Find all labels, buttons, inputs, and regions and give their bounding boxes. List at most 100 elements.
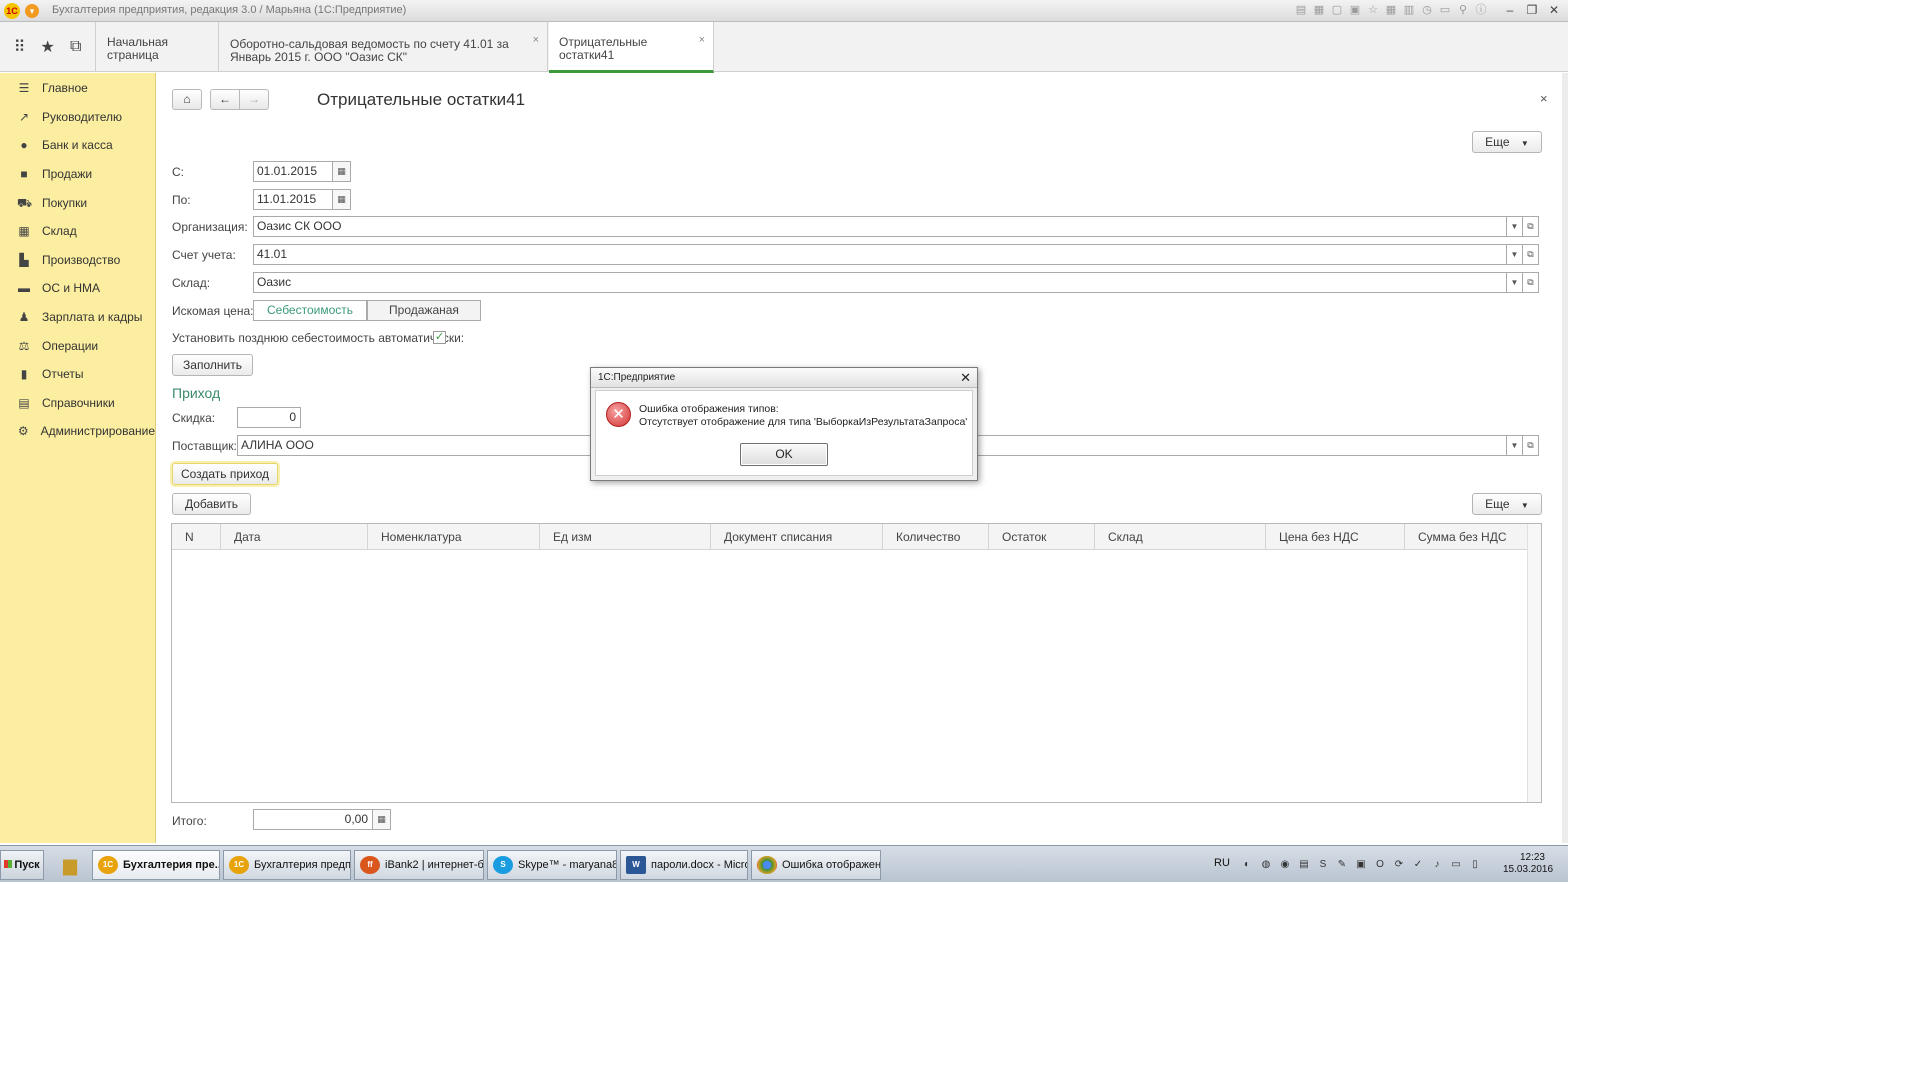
ok-button[interactable]: OK — [740, 443, 828, 466]
sidebar-item-bank[interactable]: ● Банк и касса — [0, 131, 155, 160]
fill-button[interactable]: Заполнить — [172, 354, 253, 376]
tab-close-icon[interactable]: × — [699, 34, 705, 47]
start-button[interactable]: Пуск — [0, 850, 44, 880]
taskbar-button-firefox[interactable]: ff iBank2 | интернет-б... — [354, 850, 484, 880]
supplier-dropdown-button[interactable]: ▼ — [1507, 435, 1523, 456]
apps-grid-icon[interactable]: ⠿ — [14, 37, 26, 57]
sidebar-item-purchases[interactable]: ⛟ Покупки — [0, 188, 155, 217]
create-income-button[interactable]: Создать приход — [172, 463, 278, 485]
column-header-price[interactable]: Цена без НДС — [1266, 524, 1405, 550]
tray-update-icon[interactable]: ◉ — [1278, 858, 1292, 872]
tab-negative-balances[interactable]: Отрицательные остатки41 × — [549, 22, 714, 73]
column-header-writeoff-doc[interactable]: Документ списания — [711, 524, 883, 550]
price-option-cost[interactable]: Себестоимость — [253, 300, 367, 321]
tray-opera-icon[interactable]: O — [1373, 858, 1387, 872]
supplier-open-button[interactable]: ⧉ — [1523, 435, 1539, 456]
sidebar-item-catalogs[interactable]: ▤ Справочники — [0, 389, 155, 418]
tray-1c-icon[interactable]: ◐ — [1240, 858, 1254, 872]
history-pages-icon[interactable]: ⧉ — [70, 38, 81, 56]
tab-close-icon[interactable]: × — [533, 34, 539, 47]
tab-home[interactable]: Начальная страница — [97, 22, 219, 72]
tools-icon[interactable]: ⚲ — [1456, 3, 1470, 17]
sidebar-item-admin[interactable]: ⚙ Администрирование — [0, 417, 155, 446]
price-option-sale[interactable]: Продажаная — [367, 300, 481, 321]
more-button-table[interactable]: Еще ▼ — [1472, 493, 1542, 515]
forward-button[interactable]: → — [239, 89, 269, 110]
calculator-button[interactable]: ▦ — [373, 809, 391, 830]
taskbar-button-chrome[interactable]: Ошибка отображен... — [751, 850, 881, 880]
favorites-add-icon[interactable]: ☆ — [1366, 3, 1380, 17]
sidebar-item-operations[interactable]: ⚖ Операции — [0, 331, 155, 360]
column-header-sum[interactable]: Сумма без НДС — [1405, 524, 1528, 550]
tray-display-icon[interactable]: ▭ — [1449, 858, 1463, 872]
doc-icon[interactable]: ▢ — [1330, 3, 1344, 17]
taskbar-button-1c-active[interactable]: 1С Бухгалтерия пре... — [92, 850, 220, 880]
taskbar-button-skype[interactable]: S Skype™ - maryana8907 — [487, 850, 617, 880]
calendar-button-from[interactable]: ▦ — [333, 161, 351, 182]
tray-check-icon[interactable]: ✓ — [1411, 858, 1425, 872]
save-icon[interactable]: ▦ — [1312, 3, 1326, 17]
tab-turnover-sheet[interactable]: Оборотно-сальдовая ведомость по счету 41… — [220, 22, 548, 72]
sidebar-item-manager[interactable]: ↗ Руководителю — [0, 103, 155, 132]
home-button[interactable]: ⌂ — [172, 89, 202, 110]
column-header-n[interactable]: N — [172, 524, 221, 550]
clock[interactable]: 12:23 15.03.2016 — [1503, 852, 1553, 876]
tray-printer-icon[interactable]: ▤ — [1297, 858, 1311, 872]
taskbar-button-1c[interactable]: 1С Бухгалтерия предп... — [223, 850, 351, 880]
favorites-star-icon[interactable]: ★ — [40, 37, 54, 57]
explorer-folder-icon[interactable]: ▆ — [52, 850, 88, 880]
account-open-button[interactable]: ⧉ — [1523, 244, 1539, 265]
sidebar-item-production[interactable]: ▙ Производство — [0, 246, 155, 275]
discount-input[interactable]: 0 — [237, 407, 301, 428]
tray-pen-icon[interactable]: ✎ — [1335, 858, 1349, 872]
warehouse-input[interactable]: Оазис — [253, 272, 1507, 293]
calendar-button-to[interactable]: ▦ — [333, 189, 351, 210]
sidebar-item-sales[interactable]: ■ Продажи — [0, 160, 155, 189]
warehouse-dropdown-button[interactable]: ▼ — [1507, 272, 1523, 293]
column-header-warehouse[interactable]: Склад — [1095, 524, 1266, 550]
auto-cost-checkbox[interactable]: ✓ — [433, 331, 446, 344]
org-dropdown-button[interactable]: ▼ — [1507, 216, 1523, 237]
more-button-top[interactable]: Еще ▼ — [1472, 131, 1542, 153]
dialog-close-icon[interactable]: ✕ — [960, 368, 971, 388]
windows-icon[interactable]: ▭ — [1438, 3, 1452, 17]
sidebar-item-main[interactable]: ☰ Главное — [0, 74, 155, 103]
tray-sync-icon[interactable]: ⟳ — [1392, 858, 1406, 872]
sidebar-item-assets[interactable]: ▬ ОС и НМА — [0, 274, 155, 303]
tray-skype-icon[interactable]: S — [1316, 858, 1330, 872]
org-open-button[interactable]: ⧉ — [1523, 216, 1539, 237]
close-window-icon[interactable]: ✕ — [1546, 2, 1562, 18]
maximize-icon[interactable]: ❐ — [1524, 2, 1540, 18]
tray-power-icon[interactable]: ▯ — [1468, 858, 1482, 872]
tray-acrobat-icon[interactable]: ▣ — [1354, 858, 1368, 872]
tray-volume-icon[interactable]: ♪ — [1430, 858, 1444, 872]
print-icon[interactable]: ▤ — [1294, 3, 1308, 17]
from-date-input[interactable]: 01.01.2015 — [253, 161, 333, 182]
sidebar-item-warehouse[interactable]: ▦ Склад — [0, 217, 155, 246]
calculator-icon[interactable]: ▦ — [1384, 3, 1398, 17]
column-header-nomenclature[interactable]: Номенклатура — [368, 524, 540, 550]
calendar-icon[interactable]: ▥ — [1402, 3, 1416, 17]
minimize-icon[interactable]: – — [1502, 2, 1518, 18]
tray-network-icon[interactable]: ◍ — [1259, 858, 1273, 872]
account-input[interactable]: 41.01 — [253, 244, 1507, 265]
column-header-date[interactable]: Дата — [221, 524, 368, 550]
main-scrollbar[interactable] — [1562, 73, 1568, 843]
info-icon[interactable]: ⓘ — [1474, 3, 1488, 17]
table-scrollbar[interactable] — [1527, 524, 1541, 802]
org-input[interactable]: Оазис СК ООО — [253, 216, 1507, 237]
account-dropdown-button[interactable]: ▼ — [1507, 244, 1523, 265]
warehouse-open-button[interactable]: ⧉ — [1523, 272, 1539, 293]
back-button[interactable]: ← — [210, 89, 240, 110]
add-button[interactable]: Добавить — [172, 493, 251, 515]
column-header-unit[interactable]: Ед изм — [540, 524, 711, 550]
sidebar-item-reports[interactable]: ▮ Отчеты — [0, 360, 155, 389]
history-icon[interactable]: ◷ — [1420, 3, 1434, 17]
to-date-input[interactable]: 11.01.2015 — [253, 189, 333, 210]
taskbar-button-word[interactable]: W пароли.docx - Micros... — [620, 850, 748, 880]
language-indicator[interactable]: RU — [1214, 857, 1230, 869]
copy-icon[interactable]: ▣ — [1348, 3, 1362, 17]
column-header-balance[interactable]: Остаток — [989, 524, 1095, 550]
form-close-icon[interactable]: × — [1540, 91, 1548, 106]
column-header-quantity[interactable]: Количество — [883, 524, 989, 550]
